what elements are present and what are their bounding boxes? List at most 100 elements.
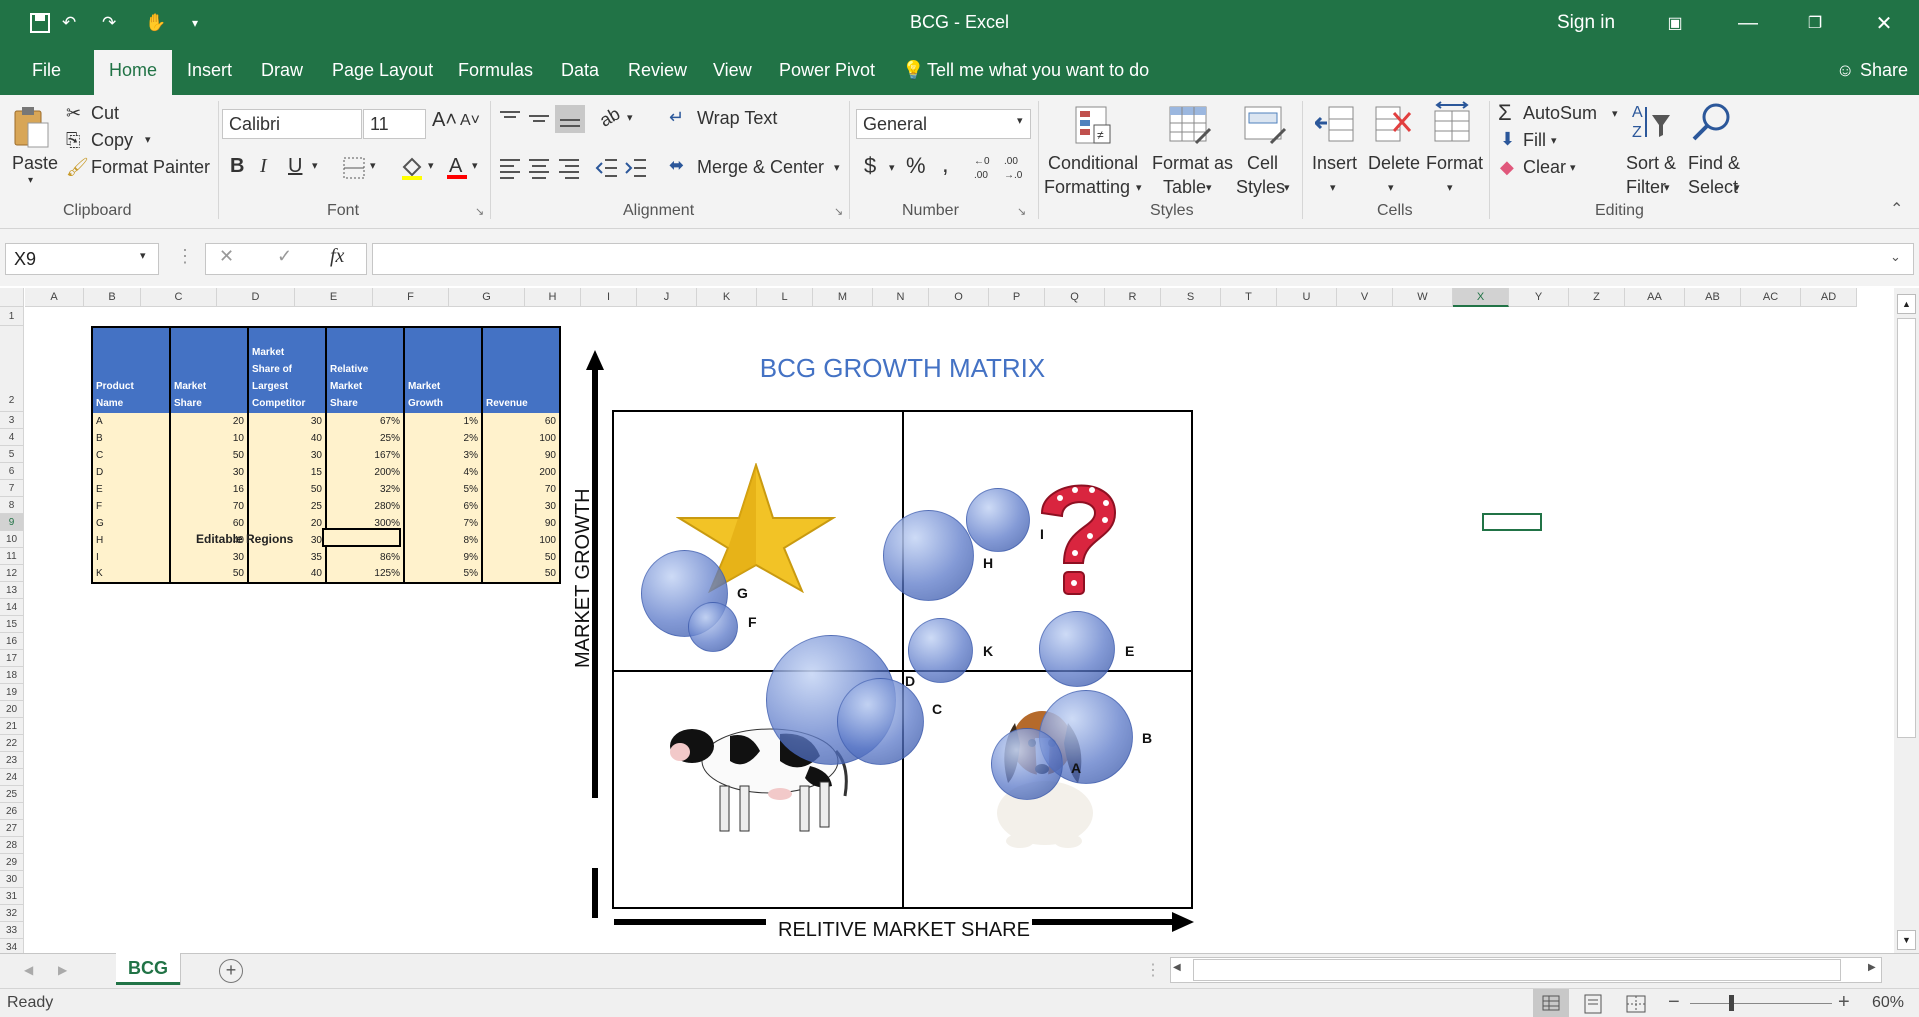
comma-button[interactable]: , (942, 151, 949, 179)
fill-color-dropdown-icon[interactable]: ▾ (428, 159, 434, 172)
formula-input[interactable] (372, 243, 1914, 275)
row-header[interactable]: 28 (0, 837, 24, 854)
row-header[interactable]: 22 (0, 735, 24, 752)
table-cell[interactable]: 280% (325, 498, 405, 515)
clear-icon[interactable]: ◆ (1500, 157, 1514, 178)
prev-sheet-icon[interactable]: ◀ (24, 963, 33, 977)
shrink-font-icon[interactable]: A˅ (460, 112, 480, 130)
column-header[interactable]: X (1453, 288, 1509, 307)
column-header[interactable]: AD (1801, 288, 1857, 307)
page-break-view-icon[interactable] (1625, 994, 1647, 1017)
tab-splitter-icon[interactable]: ⋮ (1145, 960, 1161, 980)
row-header[interactable]: 12 (0, 565, 24, 582)
column-header[interactable]: U (1277, 288, 1337, 307)
tab-formulas[interactable]: Formulas (458, 60, 533, 81)
row-header[interactable]: 19 (0, 684, 24, 701)
cell-styles-dropdown-icon[interactable]: ▾ (1284, 181, 1290, 194)
table-cell[interactable]: 30 (247, 413, 327, 430)
row-header[interactable]: 4 (0, 429, 24, 446)
column-header[interactable]: Y (1509, 288, 1569, 307)
column-header[interactable]: Z (1569, 288, 1625, 307)
table-cell[interactable]: 70 (481, 481, 561, 498)
table-cell[interactable]: 50 (247, 481, 327, 498)
number-format-select[interactable]: General (856, 109, 1031, 139)
table-cell[interactable]: 200% (325, 464, 405, 481)
table-header-cell[interactable]: Relative Market Share (325, 326, 405, 413)
share-icon[interactable]: ☺ (1836, 60, 1854, 81)
row-header[interactable]: 23 (0, 752, 24, 769)
format-as-table-button-2[interactable]: Table (1163, 177, 1206, 198)
align-bottom-icon[interactable] (555, 105, 585, 133)
column-header[interactable]: I (581, 288, 637, 307)
bubble-i[interactable] (966, 488, 1030, 552)
table-cell[interactable]: A (91, 413, 171, 430)
paste-dropdown-icon[interactable]: ▾ (28, 175, 33, 186)
share-button[interactable]: Share (1860, 60, 1908, 81)
table-cell[interactable]: 125% (325, 566, 405, 584)
zoom-out-icon[interactable]: − (1668, 991, 1680, 1014)
format-as-table-icon[interactable] (1168, 103, 1212, 152)
bold-button[interactable]: B (230, 155, 244, 178)
table-header-cell[interactable]: Product Name (91, 326, 171, 413)
column-header[interactable]: O (929, 288, 989, 307)
cut-icon[interactable]: ✂ (66, 103, 81, 124)
column-header[interactable]: M (813, 288, 873, 307)
borders-dropdown-icon[interactable]: ▾ (370, 159, 376, 172)
column-header[interactable]: C (141, 288, 217, 307)
delete-cells-icon[interactable] (1372, 103, 1412, 150)
table-cell[interactable]: 30 (247, 447, 327, 464)
column-header[interactable]: E (295, 288, 373, 307)
autosum-button[interactable]: AutoSum (1523, 103, 1597, 124)
scroll-up-icon[interactable]: ▲ (1897, 294, 1916, 314)
decrease-decimal-icon[interactable]: .00 →.0 (1004, 153, 1030, 186)
conditional-formatting-button-2[interactable]: Formatting (1044, 177, 1130, 198)
row-header[interactable]: 15 (0, 616, 24, 633)
column-header[interactable]: P (989, 288, 1045, 307)
align-right-icon[interactable] (557, 157, 581, 184)
row-header[interactable]: 32 (0, 905, 24, 922)
cell-styles-button[interactable]: Cell (1247, 153, 1278, 174)
table-cell[interactable]: 40 (247, 430, 327, 447)
column-header[interactable]: A (25, 288, 84, 307)
table-cell[interactable]: K (91, 566, 171, 584)
conditional-formatting-icon[interactable]: ≠ (1074, 103, 1114, 152)
bubble-f[interactable] (688, 602, 738, 652)
table-cell[interactable]: 86% (325, 549, 405, 566)
sort-filter-dropdown-icon[interactable]: ▾ (1664, 181, 1670, 194)
table-cell[interactable]: 32% (325, 481, 405, 498)
insert-cells-dropdown-icon[interactable]: ▾ (1330, 181, 1336, 194)
next-sheet-icon[interactable]: ▶ (58, 963, 67, 977)
sign-in-link[interactable]: Sign in (1557, 12, 1615, 34)
name-box[interactable]: X9 (5, 243, 159, 275)
underline-dropdown-icon[interactable]: ▾ (312, 159, 318, 172)
format-cells-dropdown-icon[interactable]: ▾ (1447, 181, 1453, 194)
table-cell[interactable]: 2% (403, 430, 483, 447)
table-cell[interactable]: 60 (481, 413, 561, 430)
fill-dropdown-icon[interactable]: ▾ (1551, 134, 1557, 147)
font-name-select[interactable]: Calibri (222, 109, 362, 139)
table-cell[interactable]: G (91, 515, 171, 532)
cancel-icon[interactable]: ✕ (219, 246, 234, 267)
row-header[interactable]: 33 (0, 922, 24, 939)
merge-center-button[interactable]: Merge & Center (697, 157, 824, 178)
currency-button[interactable]: $ (864, 153, 876, 179)
table-cell[interactable]: 20 (169, 413, 249, 430)
name-box-dropdown-icon[interactable]: ▾ (140, 249, 146, 262)
increase-decimal-icon[interactable]: ←0.00 (974, 153, 1000, 186)
decrease-indent-icon[interactable] (595, 157, 619, 184)
find-select-button[interactable]: Find & (1688, 153, 1740, 174)
table-cell[interactable]: 50 (481, 566, 561, 584)
table-cell[interactable]: 25 (247, 498, 327, 515)
cell-styles-icon[interactable] (1243, 103, 1287, 152)
scroll-down-icon[interactable]: ▼ (1897, 930, 1916, 950)
bubble-c[interactable] (837, 678, 924, 765)
table-cell[interactable]: 30 (169, 464, 249, 481)
close-button[interactable]: ✕ (1864, 6, 1904, 40)
row-header[interactable]: 10 (0, 531, 24, 548)
column-header[interactable]: V (1337, 288, 1393, 307)
table-cell[interactable]: 50 (169, 566, 249, 584)
scroll-right-icon[interactable]: ▶ (1868, 962, 1876, 973)
row-header[interactable]: 14 (0, 599, 24, 616)
orientation-icon[interactable]: ab (596, 103, 624, 131)
table-cell[interactable]: H (91, 532, 171, 549)
